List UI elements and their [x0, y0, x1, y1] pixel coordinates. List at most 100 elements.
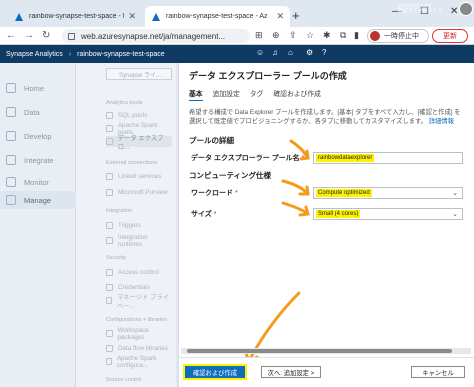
subnav-section-title: Integration [106, 208, 132, 214]
subnav-item-label: データ エクスプロ... [117, 134, 164, 151]
subnav-item-selected[interactable]: データ エクスプロ... [106, 135, 172, 151]
subnav-item[interactable]: Integration runtimes [106, 233, 172, 248]
subnav-item[interactable]: Workspace packages [106, 326, 172, 341]
trigger-icon [106, 222, 113, 229]
subnav-item-label: マネージド プライベー... [116, 293, 169, 310]
review-create-button[interactable]: 確認および作成 [183, 364, 247, 380]
subnav-section-title: Source control [106, 377, 142, 383]
subnav-item-label: Workspace packages [117, 326, 149, 341]
tab-title: rainbow-synapse-test-space - Mi [29, 13, 125, 20]
workspace-name[interactable]: rainbow-synapse-test-space [77, 51, 165, 58]
manage-subnav: Synapse ライ... Analytics pools SQL pools … [76, 63, 176, 387]
close-window-button[interactable]: ✕ [450, 6, 458, 17]
subnav-section-title: Analytics pools [106, 100, 143, 106]
profile-avatar [370, 31, 380, 41]
settings-gear-icon[interactable]: ⚙ [306, 48, 313, 57]
bookmark-star-icon[interactable]: ☆ [306, 30, 314, 41]
subnav-item[interactable]: SQL pools [106, 110, 172, 121]
forward-icon[interactable]: → [24, 30, 34, 41]
profile-paused-button[interactable]: 一時停止中 [367, 29, 429, 43]
back-icon[interactable]: ← [6, 30, 16, 41]
subnav-search-input[interactable]: Synapse ライ... [106, 68, 172, 80]
credentials-icon [106, 284, 113, 291]
subnav-item[interactable]: Linked services [106, 171, 172, 182]
browser-tab-active[interactable]: rainbow-synapse-test-space - Az ✕ [145, 6, 290, 27]
subnav-item[interactable]: Access control [106, 267, 172, 278]
left-nav: Home Data Develop Integrate Monitor Mana… [0, 63, 76, 387]
translate-icon[interactable]: ⊞ [255, 30, 263, 41]
lock-icon [68, 32, 75, 40]
share-icon[interactable]: ⇪ [289, 30, 297, 41]
data-explorer-icon [106, 138, 113, 145]
account-avatar[interactable] [459, 2, 473, 16]
close-tab-icon[interactable]: ✕ [128, 11, 136, 22]
subnav-section-title: External connections [106, 160, 158, 166]
url-field[interactable]: web.azuresynapse.net/ja/management... [62, 29, 250, 43]
update-button[interactable]: 更新 [432, 29, 468, 43]
subnav-item-label: Microsoft Purview [118, 189, 168, 196]
linked-service-icon [106, 173, 113, 180]
zoom-icon[interactable]: ⊕ [272, 30, 280, 41]
next-additional-settings-button[interactable]: 次へ: 追加設定 > [261, 366, 321, 378]
azure-synapse-icon [152, 12, 160, 21]
nav-item-develop[interactable]: Develop [0, 127, 76, 145]
tab-title: rainbow-synapse-test-space - Az [166, 13, 268, 20]
nav-label: Manage [24, 195, 52, 205]
sidepanel-icon[interactable]: ▮ [354, 30, 359, 41]
subnav-item-label: Credentials [118, 284, 150, 291]
nav-label: Data [24, 107, 40, 117]
cancel-button[interactable]: キャンセル [411, 366, 465, 378]
address-bar-row: ← → ↻ web.azuresynapse.net/ja/management… [0, 27, 474, 45]
purview-icon [106, 189, 113, 196]
subnav-item-label: Access control [118, 269, 159, 276]
subnav-item-label: SQL pools [118, 112, 148, 119]
subnav-item-label: Linked services [118, 173, 162, 180]
subnav-item[interactable]: マネージド プライベー... [106, 294, 172, 310]
subnav-item[interactable]: Triggers [106, 220, 172, 231]
browser-tab-inactive[interactable]: rainbow-synapse-test-space - Mi ✕ [8, 6, 142, 27]
develop-icon [6, 131, 16, 141]
horizontal-scrollbar[interactable] [181, 348, 471, 354]
subnav-item[interactable]: Data flow libraries [106, 343, 172, 354]
spark-config-icon [106, 358, 112, 365]
nav-label: Integrate [24, 155, 54, 165]
subnav-section-title: Security [106, 255, 126, 261]
private-endpoint-icon [106, 297, 112, 304]
subnav-item[interactable]: Microsoft Purview [106, 187, 172, 198]
nav-item-home[interactable]: Home [0, 79, 76, 97]
subnav-item-label: Triggers [118, 222, 141, 229]
notifications-icon[interactable]: ♫ [272, 48, 278, 57]
reload-icon[interactable]: ↻ [42, 30, 50, 41]
product-name[interactable]: Synapse Analytics [6, 51, 63, 58]
paused-label: 一時停止中 [384, 33, 419, 40]
manage-icon [6, 195, 16, 205]
feedback-icon[interactable]: ☺ [256, 48, 264, 57]
extension-icon[interactable]: ✱ [323, 30, 331, 41]
data-flow-library-icon [106, 345, 113, 352]
panel-footer: 確認および作成 次へ: 追加設定 > キャンセル [179, 357, 474, 387]
help-icon[interactable]: ? [322, 48, 326, 57]
puzzle-icon[interactable]: ⧉ [340, 30, 346, 41]
home-icon [6, 83, 16, 93]
arrow-size-icon [281, 201, 309, 215]
integration-runtime-icon [106, 237, 113, 244]
subnav-item-label: Integration runtimes [117, 233, 148, 248]
scrollbar-thumb[interactable] [187, 349, 452, 353]
directory-info[interactable]: @outlook.com 既定のディレクトリ [398, 4, 443, 14]
subnav-item[interactable]: Apache Spark configura... [106, 355, 172, 369]
nav-item-integrate[interactable]: Integrate [0, 151, 76, 169]
directory-user: @outlook.com [398, 3, 431, 9]
nav-item-data[interactable]: Data [0, 103, 76, 121]
subnav-section-title: Configurations + libraries [106, 317, 167, 323]
nav-label: Develop [24, 131, 52, 141]
update-label: 更新 [443, 33, 457, 40]
nav-label: Monitor [24, 177, 50, 187]
create-pool-panel: データ エクスプローラー プールの作成 基本 追加設定 タグ 確認および作成 希… [178, 63, 474, 387]
nav-item-manage[interactable]: Manage [0, 191, 76, 209]
workspace-packages-icon [106, 330, 113, 337]
cloud-shell-icon[interactable]: ⌂ [288, 48, 293, 57]
new-tab-button[interactable]: + [292, 8, 300, 23]
monitor-icon [6, 177, 16, 187]
nav-item-monitor[interactable]: Monitor [0, 173, 76, 191]
close-tab-icon[interactable]: ✕ [276, 11, 284, 22]
